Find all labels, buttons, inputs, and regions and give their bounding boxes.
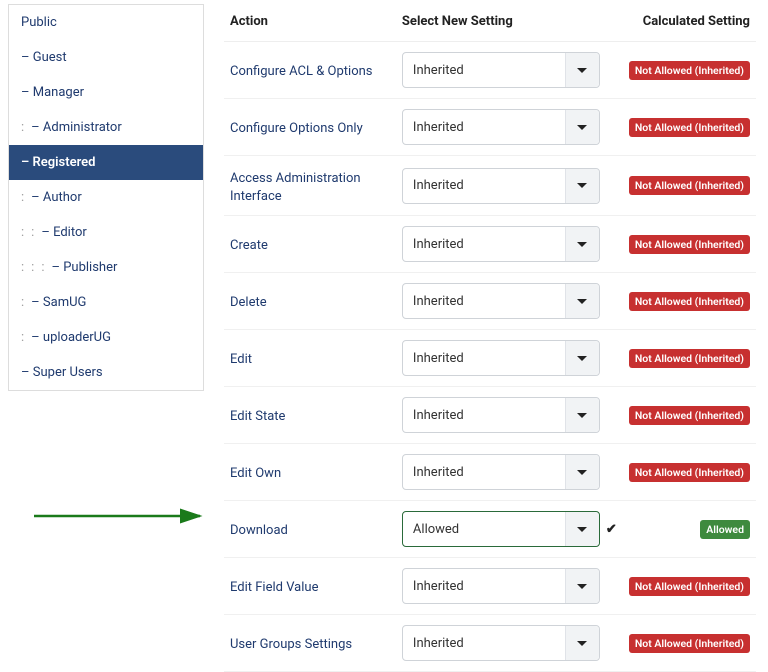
setting-select[interactable]: Inherited [402,397,600,433]
header-calculated: Calculated Setting [623,4,756,42]
sidebar-item-label: – uploaderUG [31,330,111,345]
chevron-down-icon [565,169,599,203]
chevron-down-icon [565,455,599,489]
calculated-badge: Not Allowed (Inherited) [629,634,750,653]
table-row: Access Administration Interface Inherited… [224,156,756,216]
setting-select-value: Inherited [403,237,565,252]
sidebar-item-label: – Super Users [21,365,103,380]
table-row: Create Inherited Not Allowed (Inherited) [224,216,756,273]
sidebar-item-4[interactable]: – Registered [9,145,203,180]
setting-select[interactable]: Inherited [402,109,600,145]
setting-select[interactable]: Inherited [402,283,600,319]
sidebar-item-9[interactable]: :– uploaderUG [9,320,203,355]
action-label: Edit [224,330,396,387]
sidebar-item-6[interactable]: ::– Editor [9,215,203,250]
sidebar-item-label: – Registered [21,155,95,170]
sidebar-item-2[interactable]: – Manager [9,75,203,110]
chevron-down-icon [565,569,599,603]
chevron-down-icon [565,626,599,660]
sidebar-item-5[interactable]: :– Author [9,180,203,215]
sidebar-item-label: – SamUG [31,295,86,310]
action-label: Delete [224,273,396,330]
setting-select-value: Inherited [403,351,565,366]
sidebar-item-1[interactable]: – Guest [9,40,203,75]
setting-select-value: Inherited [403,408,565,423]
chevron-down-icon [565,398,599,432]
sidebar-item-label: Public [21,15,57,30]
sidebar-item-3[interactable]: :– Administrator [9,110,203,145]
setting-select-value: Allowed [403,522,565,537]
table-row: Edit Inherited Not Allowed (Inherited) [224,330,756,387]
setting-select[interactable]: Allowed [402,511,600,547]
calculated-badge: Allowed [700,520,750,539]
table-row: Download Allowed ✔ Allowed [224,501,756,558]
check-icon: ✔ [606,522,617,537]
sidebar-item-label: – Manager [21,85,84,100]
calculated-badge: Not Allowed (Inherited) [629,176,750,195]
sidebar-item-label: – Administrator [31,120,122,135]
table-row: Edit Field Value Inherited Not Allowed (In… [224,558,756,615]
table-row: Edit Own Inherited Not Allowed (Inherited) [224,444,756,501]
chevron-down-icon [565,284,599,318]
setting-select[interactable]: Inherited [402,625,600,661]
action-label: Configure ACL & Options [224,42,396,99]
action-label: User Groups Settings [224,615,396,672]
sidebar-item-8[interactable]: :– SamUG [9,285,203,320]
sidebar-item-label: – Publisher [51,260,117,275]
table-row: User Groups Settings Inherited Not Allowed… [224,615,756,672]
calculated-badge: Not Allowed (Inherited) [629,235,750,254]
chevron-down-icon [565,110,599,144]
permissions-panel: Action Select New Setting Calculated Set… [204,0,768,640]
sidebar-item-label: – Editor [41,225,86,240]
calculated-badge: Not Allowed (Inherited) [629,349,750,368]
chevron-down-icon [565,227,599,261]
header-select: Select New Setting [396,4,623,42]
setting-select-value: Inherited [403,178,565,193]
setting-select[interactable]: Inherited [402,52,600,88]
sidebar-item-7[interactable]: :::– Publisher [9,250,203,285]
calculated-badge: Not Allowed (Inherited) [629,406,750,425]
setting-select[interactable]: Inherited [402,340,600,376]
calculated-badge: Not Allowed (Inherited) [629,577,750,596]
table-row: Delete Inherited Not Allowed (Inherited) [224,273,756,330]
calculated-badge: Not Allowed (Inherited) [629,118,750,137]
header-action: Action [224,4,396,42]
action-label: Create [224,216,396,273]
setting-select-value: Inherited [403,465,565,480]
highlight-arrow [32,504,212,528]
sidebar-item-0[interactable]: Public [9,5,203,40]
setting-select-value: Inherited [403,579,565,594]
setting-select[interactable]: Inherited [402,568,600,604]
chevron-down-icon [565,53,599,87]
setting-select-value: Inherited [403,636,565,651]
setting-select-value: Inherited [403,120,565,135]
table-row: Configure Options Only Inherited Not Allow… [224,99,756,156]
action-label: Edit Field Value [224,558,396,615]
action-label: Access Administration Interface [224,156,396,216]
chevron-down-icon [565,341,599,375]
table-row: Configure ACL & Options Inherited Not Allo… [224,42,756,99]
permissions-table: Action Select New Setting Calculated Set… [224,4,756,672]
action-label: Edit Own [224,444,396,501]
setting-select[interactable]: Inherited [402,454,600,490]
user-group-sidebar: Public– Guest– Manager:– Administrator– … [8,4,204,391]
calculated-badge: Not Allowed (Inherited) [629,292,750,311]
action-label: Configure Options Only [224,99,396,156]
setting-select[interactable]: Inherited [402,226,600,262]
table-row: Edit State Inherited Not Allowed (Inherite… [224,387,756,444]
action-label: Edit State [224,387,396,444]
sidebar-item-label: – Guest [21,50,67,65]
setting-select[interactable]: Inherited [402,168,600,204]
setting-select-value: Inherited [403,63,565,78]
calculated-badge: Not Allowed (Inherited) [629,61,750,80]
calculated-badge: Not Allowed (Inherited) [629,463,750,482]
chevron-down-icon [565,512,599,546]
setting-select-value: Inherited [403,294,565,309]
sidebar-item-10[interactable]: – Super Users [9,355,203,390]
sidebar-item-label: – Author [31,190,82,205]
action-label: Download [224,501,396,558]
